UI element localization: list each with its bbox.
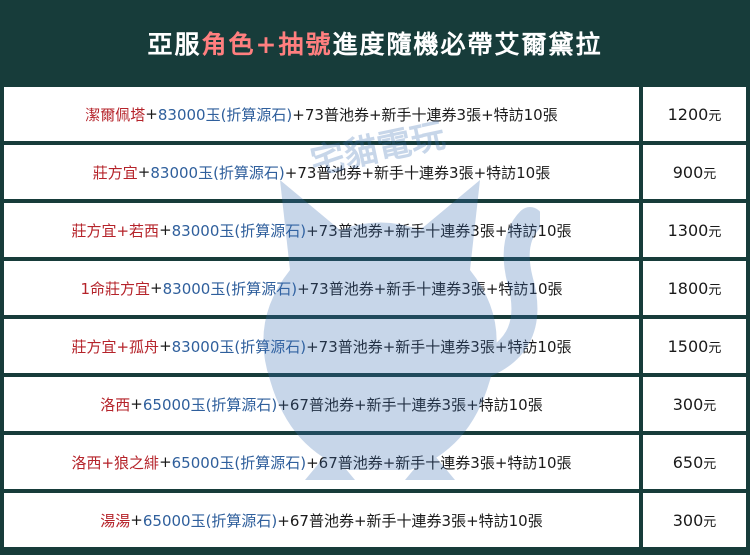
row-price: 300 元 — [643, 377, 746, 431]
table-row: 莊方宜 +83000玉 (折算源石) +73普池券+新手十連券3張+特訪10張 900… — [4, 145, 746, 203]
price-unit: 元 — [703, 398, 717, 414]
title-guarantee: 必帶艾爾黛拉 — [440, 29, 603, 59]
table-row: 湯湯 +65000玉 (折算源石) +67普池券+新手十連券3張+特訪10張 300 元 — [4, 493, 746, 551]
jade-amount: 83000玉 — [162, 279, 226, 298]
row-description: 莊方宜+若西 +83000玉 (折算源石) +73普池券+新手十連券3張+特訪10張 — [4, 203, 639, 257]
bonus-items: +73普池券+新手十連券3張+特訪10張 — [306, 337, 572, 356]
bonus-items: +67普池券+新手十連券3張+特訪10張 — [277, 395, 543, 414]
character-name: 潔爾佩塔 — [85, 105, 146, 124]
row-price: 1500 元 — [643, 319, 746, 373]
jade-note: (折算源石) — [234, 453, 307, 472]
jade-amount: 83000玉 — [157, 105, 221, 124]
jade-note: (折算源石) — [213, 163, 285, 182]
page-title: 亞服 角色+抽號 進度隨機 必帶艾爾黛拉 — [0, 0, 750, 85]
price-unit: 元 — [708, 340, 722, 356]
jade-note: (折算源石) — [225, 279, 298, 298]
row-price: 1200 元 — [643, 87, 746, 141]
price-value: 300 — [672, 394, 704, 414]
jade-note: (折算源石) — [220, 105, 293, 124]
title-progress: 進度隨機 — [332, 29, 441, 59]
row-description: 洛西+狼之緋 +65000玉 (折算源石) +67普池券+新手十連券3張+特訪10張 — [4, 435, 639, 489]
jade-amount: 65000玉 — [142, 395, 206, 414]
jade-amount: 83000玉 — [171, 337, 235, 356]
row-description: 莊方宜+孤舟 +83000玉 (折算源石) +73普池券+新手十連券3張+特訪10張 — [4, 319, 639, 373]
character-name: 洛西+狼之緋 — [71, 453, 160, 472]
bonus-items: +73普池券+新手十連券3張+特訪10張 — [284, 163, 551, 182]
jade-note: (折算源石) — [234, 337, 307, 356]
price-value: 1800 — [667, 278, 709, 298]
jade-note: (折算源石) — [205, 511, 278, 530]
character-name: 洛西 — [100, 395, 131, 414]
character-name: 湯湯 — [100, 511, 131, 530]
jade-note: (折算源石) — [234, 221, 307, 240]
character-name: 1命莊方宜 — [80, 279, 151, 298]
table-row: 洛西 +65000玉 (折算源石) +67普池券+新手十連券3張+特訪10張 300 元 — [4, 377, 746, 435]
row-price: 1800 元 — [643, 261, 746, 315]
row-description: 1命莊方宜 +83000玉 (折算源石) +73普池券+新手十連券3張+特訪10張 — [4, 261, 639, 315]
table-row: 洛西+狼之緋 +65000玉 (折算源石) +67普池券+新手十連券3張+特訪10張 … — [4, 435, 746, 493]
price-value: 300 — [672, 510, 704, 530]
jade-amount: 83000玉 — [171, 221, 235, 240]
price-value: 1500 — [667, 336, 709, 356]
price-unit: 元 — [703, 514, 717, 530]
jade-amount: 65000玉 — [142, 511, 206, 530]
character-name: 莊方宜+孤舟 — [71, 337, 160, 356]
bonus-items: +67普池券+新手十連券3張+特訪10張 — [277, 511, 543, 530]
price-value: 900 — [672, 162, 704, 182]
price-value: 1300 — [667, 220, 709, 240]
title-server: 亞服 — [147, 29, 202, 59]
jade-note: (折算源石) — [205, 395, 278, 414]
table-row: 1命莊方宜 +83000玉 (折算源石) +73普池券+新手十連券3張+特訪10張 1… — [4, 261, 746, 319]
bonus-items: +73普池券+新手十連券3張+特訪10張 — [292, 105, 558, 124]
price-value: 1200 — [667, 104, 709, 124]
row-price: 1300 元 — [643, 203, 746, 257]
table-row: 莊方宜+孤舟 +83000玉 (折算源石) +73普池券+新手十連券3張+特訪10張 … — [4, 319, 746, 377]
price-unit: 元 — [708, 108, 722, 124]
bonus-items: +73普池券+新手十連券3張+特訪10張 — [306, 221, 572, 240]
price-value: 650 — [672, 452, 704, 472]
price-unit: 元 — [708, 224, 722, 240]
price-unit: 元 — [708, 282, 722, 298]
title-product: 角色+抽號 — [201, 29, 333, 59]
table-row: 莊方宜+若西 +83000玉 (折算源石) +73普池券+新手十連券3張+特訪10張 … — [4, 203, 746, 261]
row-price: 900 元 — [643, 145, 746, 199]
character-name: 莊方宜 — [92, 163, 138, 182]
row-price: 300 元 — [643, 493, 746, 547]
row-description: 洛西 +65000玉 (折算源石) +67普池券+新手十連券3張+特訪10張 — [4, 377, 639, 431]
row-description: 莊方宜 +83000玉 (折算源石) +73普池券+新手十連券3張+特訪10張 — [4, 145, 639, 199]
price-table: 潔爾佩塔 +83000玉 (折算源石) +73普池券+新手十連券3張+特訪10張 12… — [4, 87, 746, 551]
bonus-items: +67普池券+新手十連券3張+特訪10張 — [306, 453, 572, 472]
jade-amount: 83000玉 — [150, 163, 214, 182]
bonus-items: +73普池券+新手十連券3張+特訪10張 — [297, 279, 563, 298]
price-unit: 元 — [703, 166, 717, 182]
row-description: 潔爾佩塔 +83000玉 (折算源石) +73普池券+新手十連券3張+特訪10張 — [4, 87, 639, 141]
row-description: 湯湯 +65000玉 (折算源石) +67普池券+新手十連券3張+特訪10張 — [4, 493, 639, 547]
row-price: 650 元 — [643, 435, 746, 489]
table-row: 潔爾佩塔 +83000玉 (折算源石) +73普池券+新手十連券3張+特訪10張 12… — [4, 87, 746, 145]
price-unit: 元 — [703, 456, 717, 472]
character-name: 莊方宜+若西 — [71, 221, 160, 240]
jade-amount: 65000玉 — [171, 453, 235, 472]
